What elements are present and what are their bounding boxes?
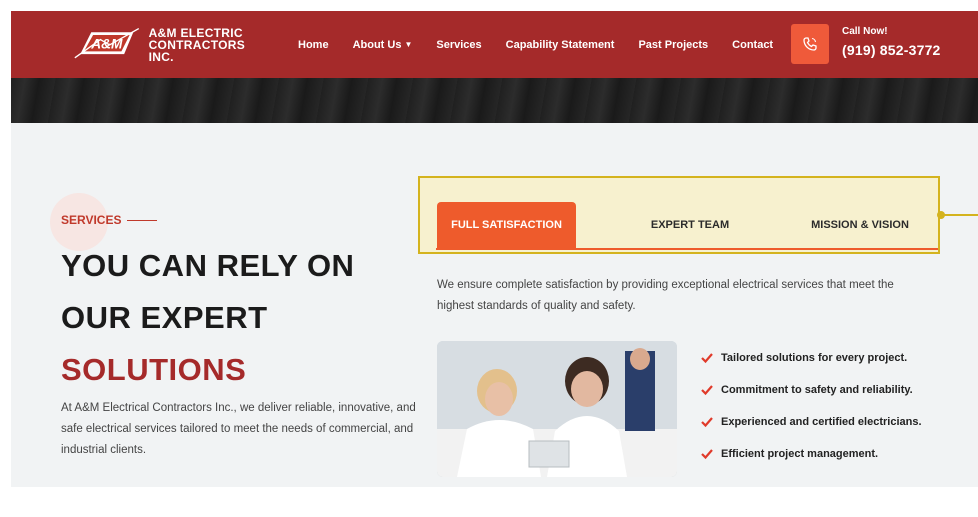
list-item: Experienced and certified electricians. xyxy=(700,406,922,438)
list-item-label: Tailored solutions for every project. xyxy=(721,352,908,364)
nav-about-us[interactable]: About Us ▼ xyxy=(353,39,413,51)
phone-icon xyxy=(803,37,817,51)
banner-strip xyxy=(11,78,978,123)
list-item-label: Experienced and certified electricians. xyxy=(721,416,922,428)
headline-line2: OUR EXPERT xyxy=(61,300,268,335)
section-tag: SERVICES xyxy=(61,213,158,227)
tab-mission-vision[interactable]: MISSION & VISION xyxy=(790,202,930,248)
main-nav: Home About Us ▼ Services Capability State… xyxy=(298,11,797,78)
nav-past-projects-label: Past Projects xyxy=(638,38,709,51)
call-info: Call Now! (919) 852-3772 xyxy=(842,26,941,58)
list-item-label: Efficient project management. xyxy=(721,448,879,460)
headline-accent: SOLUTIONS xyxy=(61,352,247,387)
tab-full-satisfaction-label: FULL SATISFACTION xyxy=(451,219,562,231)
section-divider xyxy=(0,487,978,517)
team-photo xyxy=(437,341,677,477)
section-tag-label: SERVICES xyxy=(61,213,122,227)
nav-contact-label: Contact xyxy=(732,38,774,51)
feature-checklist: Tailored solutions for every project. Co… xyxy=(700,342,922,470)
tab-mission-vision-label: MISSION & VISION xyxy=(811,219,909,231)
intro-paragraph: At A&M Electrical Contractors Inc., we d… xyxy=(61,402,416,456)
list-item-label: Commitment to safety and reliability. xyxy=(721,384,913,396)
highlight-pointer-line xyxy=(940,214,978,216)
logo-text: A&M ELECTRIC CONTRACTORS INC. xyxy=(149,27,263,63)
highlight-pointer-dot xyxy=(937,211,945,219)
nav-about-us-label: About Us xyxy=(352,38,402,51)
tab-expert-team[interactable]: EXPERT TEAM xyxy=(620,202,760,248)
tab-expert-team-label: EXPERT TEAM xyxy=(650,219,730,231)
chevron-down-icon: ▼ xyxy=(404,40,413,49)
call-label: Call Now! xyxy=(842,26,888,37)
nav-home-label: Home xyxy=(298,38,329,51)
company-logo[interactable]: A&M A&M ELECTRIC CONTRACTORS INC. xyxy=(73,23,263,67)
logo-text-line2: CONTRACTORS INC. xyxy=(148,38,246,64)
tab-description: We ensure complete satisfaction by provi… xyxy=(437,279,894,312)
checkmark-icon xyxy=(701,353,713,364)
call-button[interactable] xyxy=(791,24,829,64)
tab-full-satisfaction[interactable]: FULL SATISFACTION xyxy=(437,202,576,248)
nav-past-projects[interactable]: Past Projects xyxy=(638,39,708,51)
page-title: YOU CAN RELY ON OUR EXPERT SOLUTIONS xyxy=(61,240,354,396)
tabs-underline xyxy=(436,248,938,250)
list-item: Commitment to safety and reliability. xyxy=(700,374,922,406)
nav-capability-statement[interactable]: Capability Statement xyxy=(506,39,615,51)
nav-contact[interactable]: Contact xyxy=(732,39,773,51)
nav-capability-statement-label: Capability Statement xyxy=(505,38,615,51)
call-number[interactable]: (919) 852-3772 xyxy=(842,42,941,58)
headline-line1: YOU CAN RELY ON xyxy=(61,248,355,283)
section-tag-line xyxy=(127,219,158,221)
nav-services-label: Services xyxy=(436,38,482,51)
team-photo-illustration xyxy=(437,341,677,477)
nav-home[interactable]: Home xyxy=(298,39,329,51)
svg-text:A&M: A&M xyxy=(90,37,123,52)
checkmark-icon xyxy=(701,417,713,428)
checkmark-icon xyxy=(701,385,713,396)
nav-services[interactable]: Services xyxy=(436,39,481,51)
logo-mark-icon: A&M xyxy=(74,27,140,59)
site-header: A&M A&M ELECTRIC CONTRACTORS INC. Home A… xyxy=(11,11,978,78)
list-item: Tailored solutions for every project. xyxy=(700,342,922,374)
list-item: Efficient project management. xyxy=(700,438,922,470)
checkmark-icon xyxy=(701,449,713,460)
